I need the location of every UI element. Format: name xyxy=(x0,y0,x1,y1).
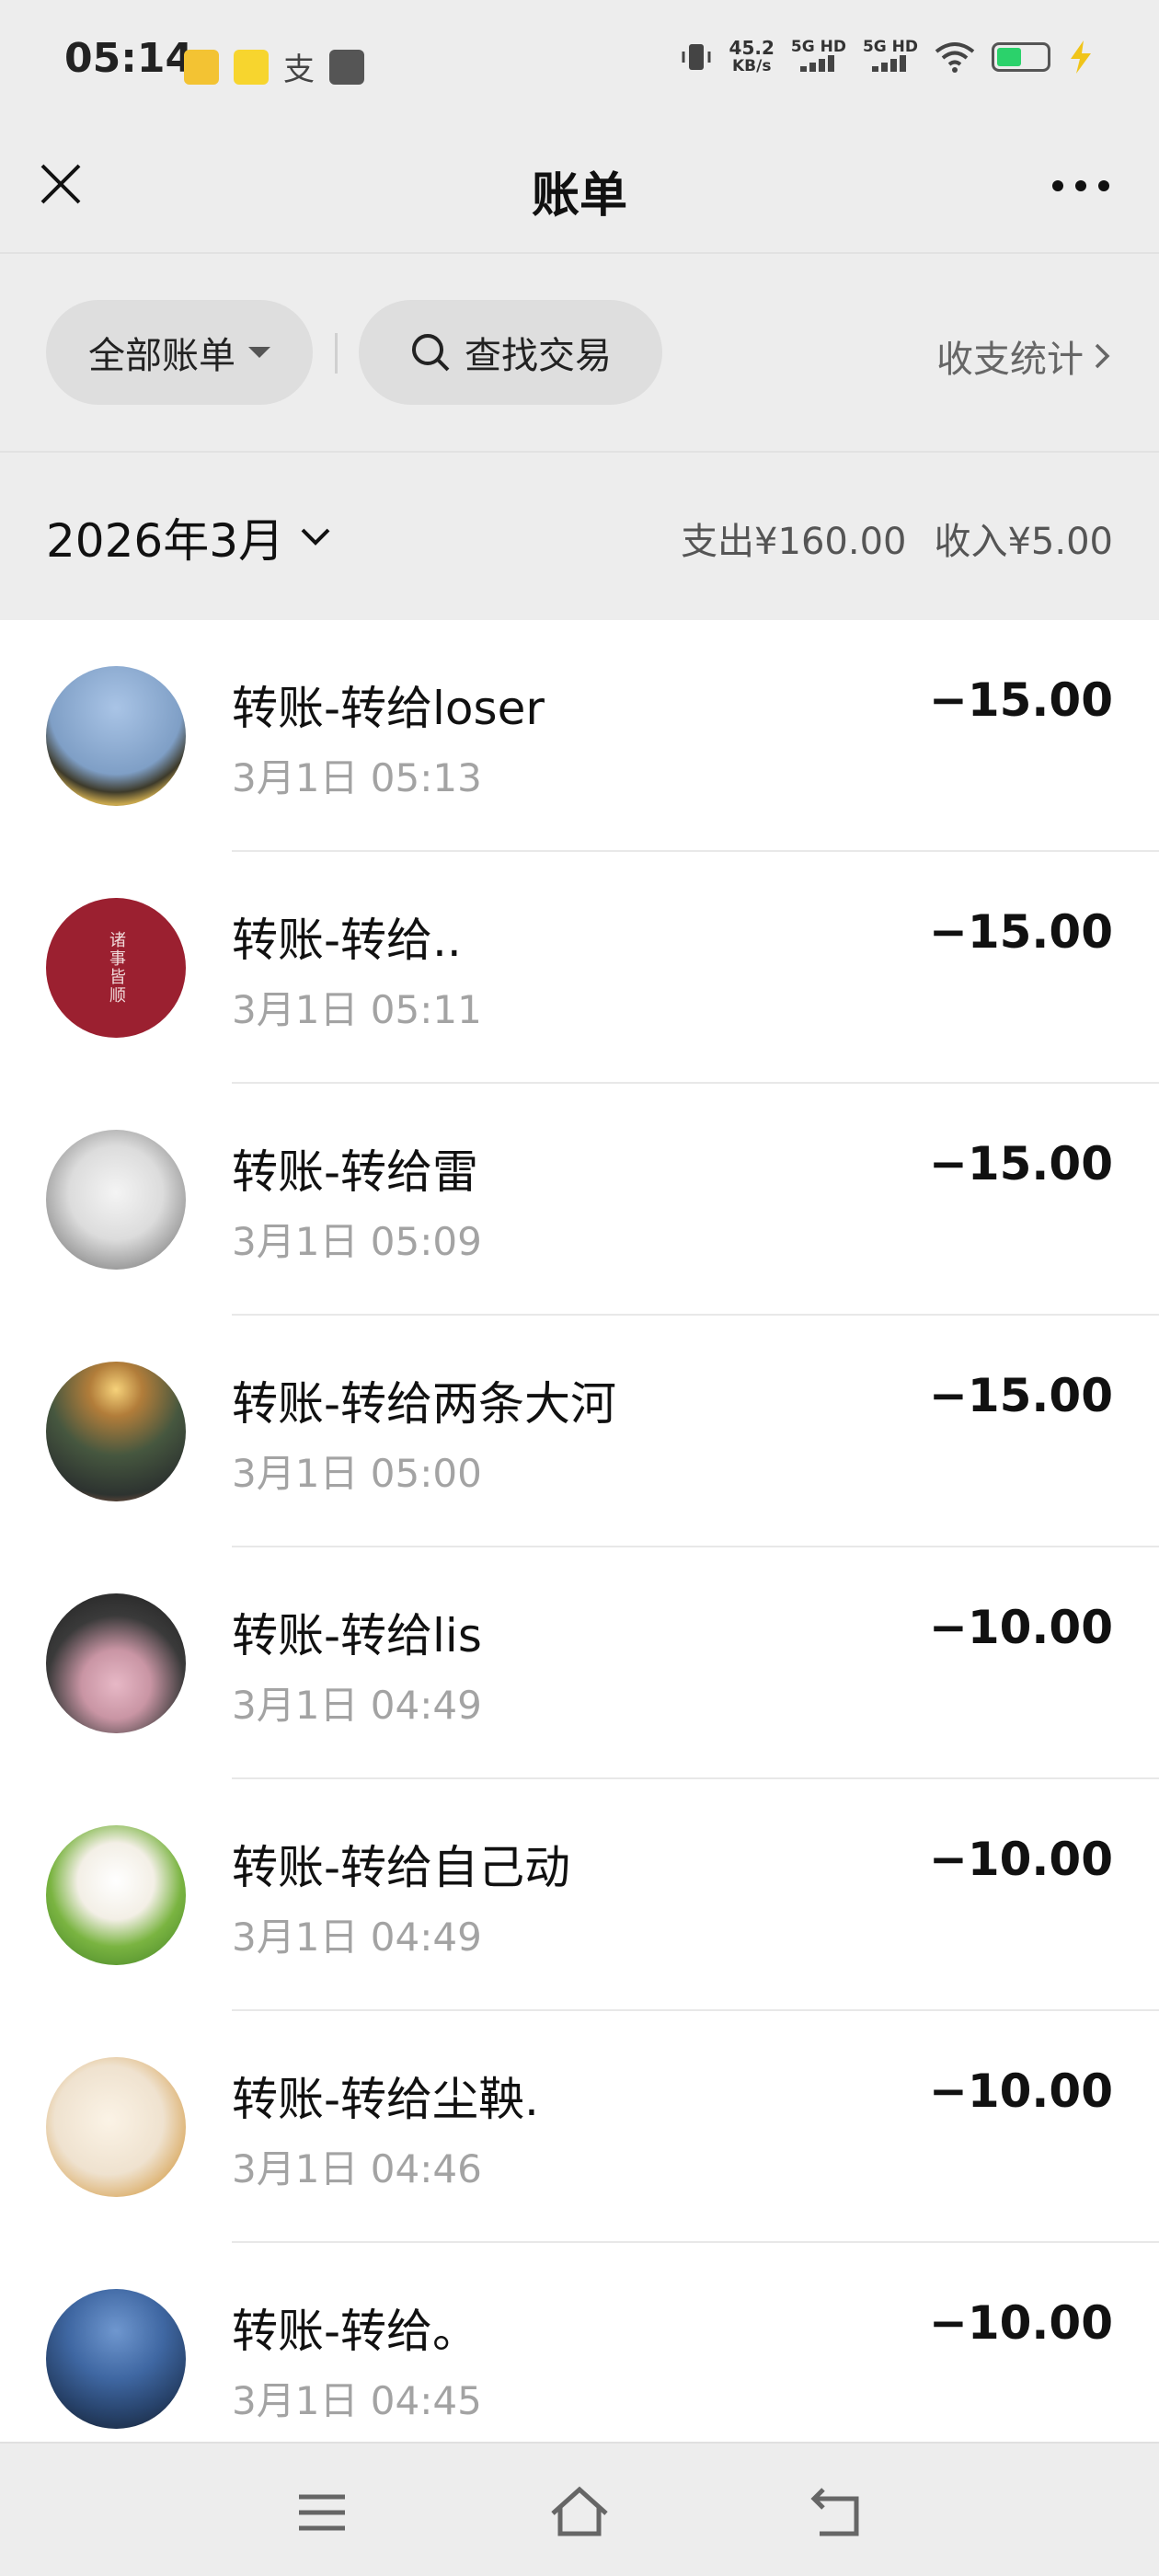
transaction-amount: −10.00 xyxy=(928,1601,1113,1654)
nav-bar: 账单 xyxy=(0,120,1159,254)
transaction-title: 转账-转给。 xyxy=(232,2305,479,2358)
avatar xyxy=(46,1130,186,1270)
transaction-amount: −10.00 xyxy=(928,2064,1113,2118)
income-expense-stats-link[interactable]: 收支统计 xyxy=(936,329,1113,383)
more-icon[interactable] xyxy=(1049,169,1113,202)
transaction-amount: −10.00 xyxy=(928,2296,1113,2350)
month-label: 2026年3月 xyxy=(46,514,285,568)
search-icon xyxy=(412,334,450,372)
stats-label: 收支统计 xyxy=(936,339,1084,381)
avatar xyxy=(46,666,186,806)
transaction-row[interactable]: 转账-转给自己动 3月1日 04:49 −10.00 xyxy=(0,1779,1159,2011)
transaction-time: 3月1日 04:49 xyxy=(232,1915,482,1960)
net-speed: 45.2 KB/s xyxy=(729,39,775,75)
net-speed-unit: KB/s xyxy=(731,57,772,75)
back-icon[interactable] xyxy=(805,2480,869,2545)
transaction-title: 转账-转给自己动 xyxy=(232,1841,571,1894)
month-header: 2026年3月 支出¥160.00 收入¥5.00 xyxy=(0,453,1159,620)
status-time: 05:14 xyxy=(64,35,194,82)
signal-1: 5G HD xyxy=(791,39,846,75)
status-notification-icons: 支 xyxy=(184,44,364,89)
transaction-row[interactable]: 转账-转给loser 3月1日 05:13 −15.00 xyxy=(0,620,1159,852)
transaction-amount: −15.00 xyxy=(928,673,1113,727)
signal-bars-icon xyxy=(799,55,834,72)
status-bar: 05:14 支 45.2 KB/s 5G HD 5G HD xyxy=(0,0,1159,120)
caret-down-icon xyxy=(248,347,270,358)
alipay-icon: 支 xyxy=(283,52,315,88)
transaction-title: 转账-转给loser xyxy=(232,682,545,735)
avatar xyxy=(46,2289,186,2429)
app-notification-icon xyxy=(329,49,364,85)
transaction-amount: −10.00 xyxy=(928,1833,1113,1886)
signal-bars-icon xyxy=(871,55,906,72)
transaction-title: 转账-转给lis xyxy=(232,1609,482,1662)
search-transactions-button[interactable]: 查找交易 xyxy=(359,300,662,405)
vibrate-icon xyxy=(682,44,711,70)
battery-icon xyxy=(992,42,1050,72)
transaction-time: 3月1日 05:00 xyxy=(232,1451,482,1496)
menu-icon[interactable] xyxy=(290,2480,354,2545)
month-summary: 支出¥160.00 收入¥5.00 xyxy=(681,512,1113,565)
status-right: 45.2 KB/s 5G HD 5G HD xyxy=(680,39,1095,75)
month-selector[interactable]: 2026年3月 xyxy=(46,504,332,570)
transaction-title: 转账-转给两条大河 xyxy=(232,1377,617,1431)
transaction-amount: −15.00 xyxy=(928,1369,1113,1422)
transaction-row[interactable]: 转账-转给尘鞅. 3月1日 04:46 −10.00 xyxy=(0,2011,1159,2243)
transaction-time: 3月1日 04:46 xyxy=(232,2146,482,2191)
net-speed-value: 45.2 xyxy=(729,37,775,59)
transaction-list: 转账-转给loser 3月1日 05:13 −15.00 诸事皆顺 转账-转给.… xyxy=(0,620,1159,2442)
wifi-icon xyxy=(935,42,975,73)
all-bills-label: 全部账单 xyxy=(88,335,235,377)
transaction-amount: −15.00 xyxy=(928,1137,1113,1190)
transaction-row[interactable]: 转账-转给雷 3月1日 05:09 −15.00 xyxy=(0,1084,1159,1316)
transaction-time: 3月1日 05:13 xyxy=(232,755,482,800)
app-notification-icon xyxy=(234,49,269,85)
month-income: 收入¥5.00 xyxy=(934,521,1113,563)
signal-2: 5G HD xyxy=(863,39,918,75)
avatar xyxy=(46,2057,186,2197)
transaction-row[interactable]: 转账-转给lis 3月1日 04:49 −10.00 xyxy=(0,1547,1159,1779)
chevron-right-icon xyxy=(1095,343,1110,369)
transaction-title: 转账-转给尘鞅. xyxy=(232,2073,539,2126)
home-icon[interactable] xyxy=(547,2480,612,2545)
transaction-time: 3月1日 05:11 xyxy=(232,987,482,1032)
charging-icon xyxy=(1071,40,1091,74)
transaction-row[interactable]: 转账-转给两条大河 3月1日 05:00 −15.00 xyxy=(0,1316,1159,1547)
page-title: 账单 xyxy=(531,168,627,224)
all-bills-button[interactable]: 全部账单 xyxy=(46,300,313,405)
transaction-time: 3月1日 05:09 xyxy=(232,1219,482,1264)
transaction-time: 3月1日 04:45 xyxy=(232,2378,482,2423)
transaction-amount: −15.00 xyxy=(928,905,1113,959)
transaction-title: 转账-转给.. xyxy=(232,914,462,967)
search-label: 查找交易 xyxy=(465,335,612,377)
transaction-time: 3月1日 04:49 xyxy=(232,1683,482,1728)
signal-1-label: 5G HD xyxy=(790,38,846,56)
chevron-down-icon xyxy=(301,528,330,546)
app-notification-icon xyxy=(184,49,219,85)
filter-bar: 全部账单 查找交易 收支统计 xyxy=(0,254,1159,453)
avatar xyxy=(46,1593,186,1733)
transaction-row[interactable]: 诸事皆顺 转账-转给.. 3月1日 05:11 −15.00 xyxy=(0,852,1159,1084)
system-nav-bar xyxy=(0,2442,1159,2576)
transaction-row[interactable]: 转账-转给。 3月1日 04:45 −10.00 xyxy=(0,2243,1159,2442)
divider xyxy=(335,333,338,374)
avatar: 诸事皆顺 xyxy=(46,898,186,1038)
transaction-title: 转账-转给雷 xyxy=(232,1145,479,1199)
avatar xyxy=(46,1362,186,1501)
signal-2-label: 5G HD xyxy=(862,38,918,56)
avatar-seal-text: 诸事皆顺 xyxy=(107,931,126,1005)
avatar xyxy=(46,1825,186,1965)
month-expense: 支出¥160.00 xyxy=(681,521,907,563)
